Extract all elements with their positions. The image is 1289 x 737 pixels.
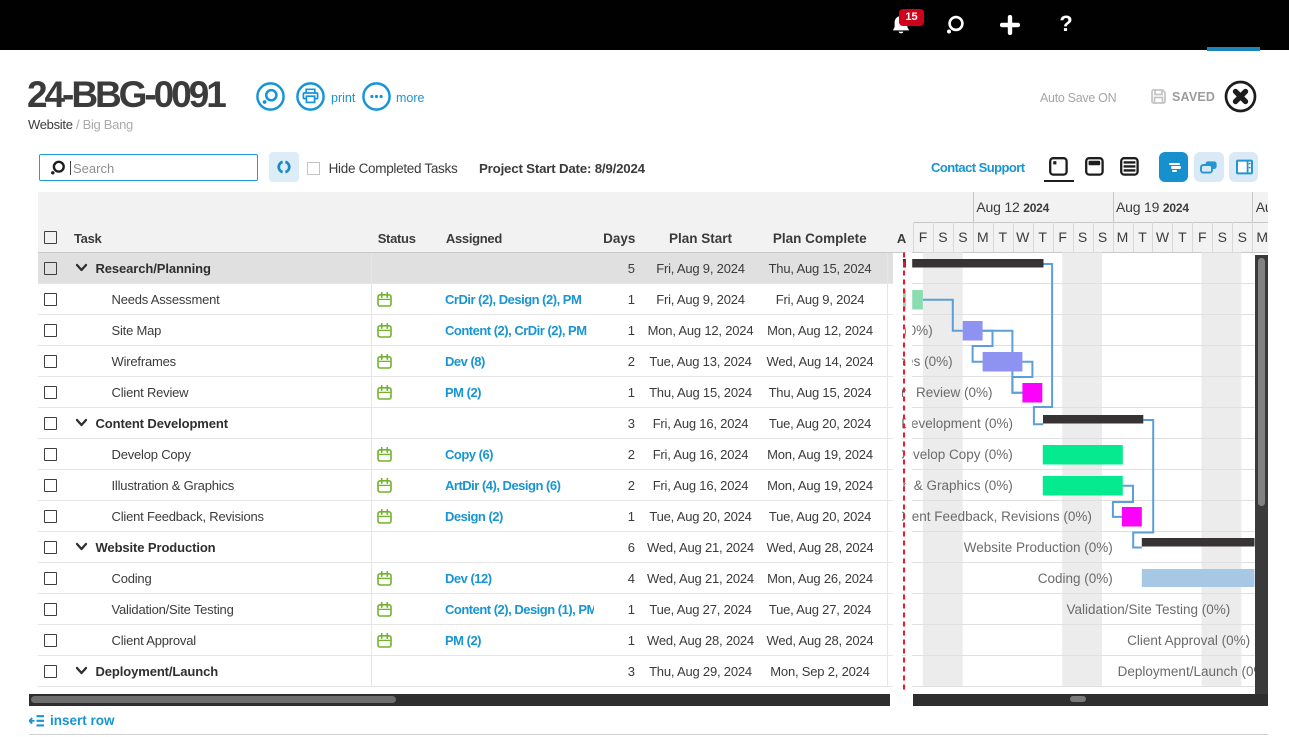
- svg-text:Client Approval (0%): Client Approval (0%): [1127, 633, 1250, 648]
- svg-text:Validation/Site Testing (0%): Validation/Site Testing (0%): [1066, 602, 1230, 617]
- svg-text:Client Review (0%): Client Review (0%): [902, 385, 993, 400]
- svg-text:Coding (0%): Coding (0%): [1038, 571, 1113, 586]
- svg-text:Deployment/Launch (0%): Deployment/Launch (0%): [1118, 664, 1268, 679]
- svg-text:Illustration & Graphics (0%): Illustration & Graphics (0%): [902, 478, 1013, 493]
- svg-text:Website Production (0%): Website Production (0%): [964, 540, 1113, 555]
- svg-text:Content Development (0%): Content Development (0%): [902, 416, 1013, 431]
- svg-text:Client Feedback, Revisions (0%: Client Feedback, Revisions (0%): [902, 509, 1092, 524]
- svg-text:Develop Copy (0%): Develop Copy (0%): [902, 447, 1013, 462]
